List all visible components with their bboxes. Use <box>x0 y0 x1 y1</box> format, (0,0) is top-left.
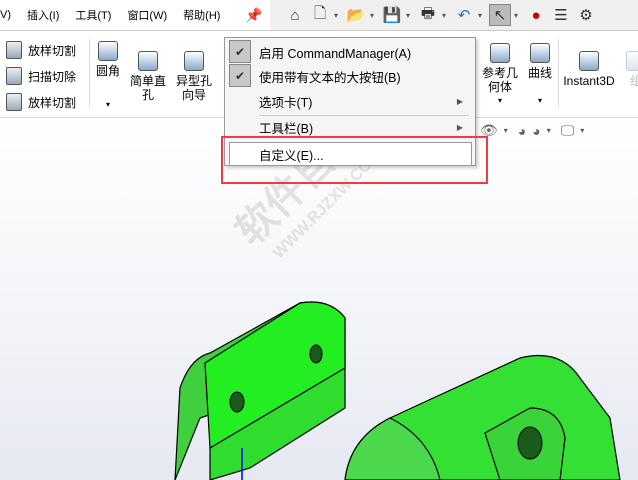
menu-insert[interactable]: 插入(I) <box>27 7 59 23</box>
assembly-icon <box>626 51 638 71</box>
hole-wizard-button[interactable]: 异型孔 向导 <box>172 51 216 102</box>
reference-geometry-icon <box>490 43 510 63</box>
swept-cut-button[interactable]: 扫描切除 <box>6 67 76 85</box>
lofted-cut-button[interactable]: 放样切割 <box>6 41 76 59</box>
file-properties-icon[interactable]: ☰ <box>550 4 572 26</box>
menu-tools[interactable]: 工具(T) <box>75 7 111 23</box>
label: 扫描切除 <box>28 69 77 84</box>
label: 工具栏(B) <box>259 121 314 136</box>
menu-item-tabs[interactable]: 选项卡(T) ▶ <box>225 89 475 113</box>
assembly-button[interactable]: 组 <box>626 51 638 88</box>
gear-icon[interactable]: ⚙ <box>575 4 597 26</box>
label: 参考几 何体 <box>481 66 518 94</box>
curves-button[interactable]: 曲线 ▾ <box>525 43 555 108</box>
label: 异型孔 向导 <box>175 74 212 102</box>
label: Instant3D <box>563 74 615 88</box>
chevron-down-icon[interactable]: ▾ <box>547 126 555 135</box>
instant3d-icon <box>579 51 599 71</box>
traffic-light-icon[interactable]: ● <box>525 4 547 26</box>
chevron-down-icon[interactable]: ▾ <box>514 11 522 20</box>
menu-window[interactable]: 窗口(W) <box>127 7 167 23</box>
lofted-cut-button-2[interactable]: 放样切割 <box>6 93 76 111</box>
chevron-down-icon[interactable]: ▾ <box>478 94 522 108</box>
instant3d-button[interactable]: Instant3D <box>562 51 616 88</box>
divider <box>89 39 90 107</box>
label: 启用 CommandManager(A) <box>259 46 412 61</box>
label: 圆角 <box>95 64 120 78</box>
chevron-down-icon[interactable]: ▾ <box>94 98 122 112</box>
simple-hole-button[interactable]: 简单直 孔 <box>128 51 168 102</box>
submenu-arrow-icon: ▶ <box>456 96 463 106</box>
check-icon: ✔ <box>229 40 251 63</box>
chevron-down-icon[interactable]: ▾ <box>406 11 414 20</box>
edit-appearance-icon[interactable]: ◕ <box>518 123 526 139</box>
view-toolbar: 👁 ▾ ◕ ◕ ▾ 🖵 ▾ <box>480 122 588 139</box>
divider <box>558 39 559 107</box>
label: 简单直 孔 <box>129 74 166 102</box>
hole-wizard-icon <box>184 51 204 71</box>
annotation-highlight-box <box>221 136 488 184</box>
fillet-button[interactable]: 圆角 ▾ <box>94 41 122 112</box>
chevron-down-icon[interactable]: ▾ <box>580 126 588 135</box>
chevron-down-icon[interactable]: ▾ <box>334 11 342 20</box>
submenu-arrow-icon: ▶ <box>456 122 463 132</box>
curves-icon <box>530 43 550 63</box>
label: 放样切割 <box>28 43 77 58</box>
select-pointer-icon[interactable]: ↖ <box>489 4 511 26</box>
lofted-cut-icon <box>6 93 22 111</box>
fillet-icon <box>98 41 118 61</box>
bracket <box>174 301 621 480</box>
display-settings-icon[interactable]: 🖵 <box>561 122 575 139</box>
swept-cut-icon <box>6 67 22 85</box>
label: 组 <box>629 74 638 88</box>
label: 曲线 <box>527 66 552 80</box>
lofted-cut-icon <box>6 41 22 59</box>
label: 选项卡(T) <box>259 95 313 110</box>
chevron-down-icon[interactable]: ▾ <box>504 126 512 135</box>
menu-help[interactable]: 帮助(H) <box>183 7 220 23</box>
quick-access-toolbar: ⌂ 🗋 ▾ 📂 ▾ 💾 ▾ 🖶 ▾ ↶ ▾ ↖ ▾ ● ☰ ⚙ <box>270 0 638 31</box>
scene-icon[interactable]: ◕ <box>532 123 540 139</box>
menu-item-large-buttons-text[interactable]: ✔ 使用带有文本的大按钮(B) <box>225 64 475 88</box>
menu-item-enable-commandmanager[interactable]: ✔ 启用 CommandManager(A) <box>225 40 475 64</box>
menu-view[interactable]: V) <box>0 9 11 21</box>
chevron-down-icon[interactable]: ▾ <box>442 11 450 20</box>
check-icon: ✔ <box>229 64 251 87</box>
save-icon[interactable]: 💾 <box>381 4 403 26</box>
undo-icon[interactable]: ↶ <box>453 4 475 26</box>
pin-icon[interactable]: 📌 <box>245 7 262 24</box>
chevron-down-icon[interactable]: ▾ <box>370 11 378 20</box>
chevron-down-icon[interactable]: ▾ <box>478 11 486 20</box>
print-icon[interactable]: 🖶 <box>417 4 439 26</box>
label: 使用带有文本的大按钮(B) <box>259 70 401 85</box>
label: 放样切割 <box>28 95 77 110</box>
new-document-icon[interactable]: 🗋 <box>309 4 331 26</box>
reference-geometry-button[interactable]: 参考几 何体 ▾ <box>478 43 522 108</box>
menu-bar: V) 插入(I) 工具(T) 窗口(W) 帮助(H) <box>0 0 270 31</box>
home-icon[interactable]: ⌂ <box>284 4 306 26</box>
simple-hole-icon <box>138 51 158 71</box>
chevron-down-icon[interactable]: ▾ <box>525 94 555 108</box>
open-icon[interactable]: 📂 <box>345 4 367 26</box>
